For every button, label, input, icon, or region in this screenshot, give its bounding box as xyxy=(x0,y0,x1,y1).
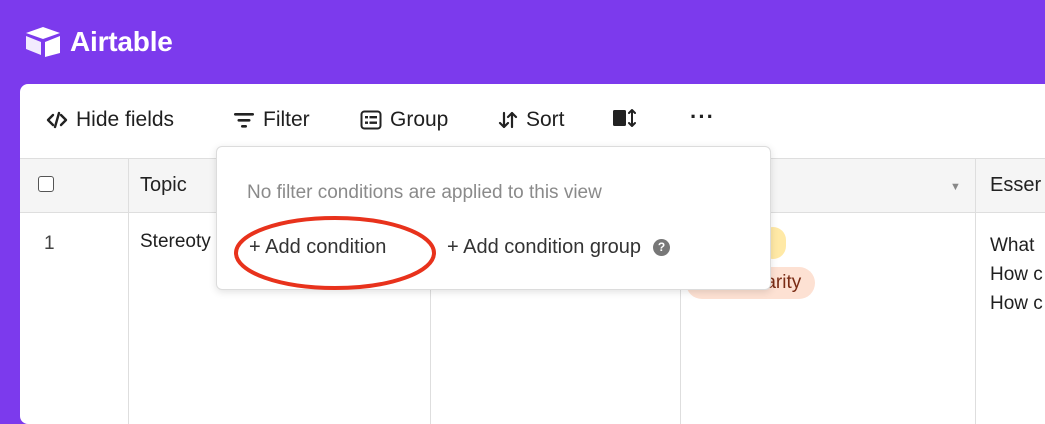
topic-cell[interactable]: Stereoty xyxy=(140,231,211,253)
filter-button[interactable]: Filter xyxy=(233,108,310,132)
essential-line: How c xyxy=(990,293,1043,314)
app-name: Airtable xyxy=(70,26,173,57)
sort-button[interactable]: Sort xyxy=(498,108,565,132)
select-all-checkbox[interactable] xyxy=(38,176,54,192)
essential-line: How c xyxy=(990,264,1043,285)
essential-line: What xyxy=(990,235,1035,256)
more-options-icon: ··· xyxy=(690,104,715,129)
airtable-logo-icon xyxy=(26,27,60,57)
add-condition-group-label: + Add condition group xyxy=(447,236,642,258)
group-label: Group xyxy=(390,108,449,131)
hide-fields-button[interactable]: Hide fields xyxy=(46,108,174,132)
row-height-button[interactable] xyxy=(612,108,646,128)
row-height-icon xyxy=(613,109,636,127)
filter-icon xyxy=(234,113,254,128)
column-header-essential[interactable]: Esser xyxy=(990,174,1041,197)
sort-label: Sort xyxy=(526,108,565,131)
hide-fields-label: Hide fields xyxy=(76,108,175,131)
more-options-button[interactable]: ··· xyxy=(690,104,715,130)
app-brand[interactable]: Airtable xyxy=(24,26,173,58)
row-number: 1 xyxy=(44,233,55,254)
filter-popover: No filter conditions are applied to this… xyxy=(216,146,771,290)
hide-fields-icon xyxy=(46,111,68,129)
add-condition-group-button[interactable]: + Add condition group ? xyxy=(447,236,671,259)
group-button[interactable]: Group xyxy=(360,108,448,132)
essential-cell[interactable]: What How c How c xyxy=(990,231,1043,318)
help-icon[interactable]: ? xyxy=(653,239,671,256)
group-icon xyxy=(360,110,382,130)
add-condition-button[interactable]: + Add condition xyxy=(249,236,386,259)
filter-label: Filter xyxy=(263,108,310,131)
column-header-topic[interactable]: Topic xyxy=(140,174,187,197)
column-dropdown-icon[interactable]: ▼ xyxy=(950,181,961,193)
sort-icon xyxy=(498,111,518,129)
no-filter-message: No filter conditions are applied to this… xyxy=(247,182,602,203)
